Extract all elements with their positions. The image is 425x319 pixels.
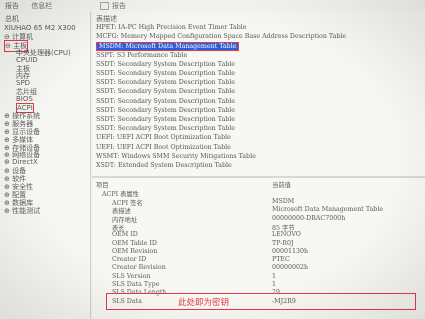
property-value[interactable]: LENOVO [272, 231, 301, 238]
content-pane: 表描述 HPET: IA-PC High Precision Event Tim… [92, 12, 425, 319]
table-list-header: 表描述 [96, 15, 117, 23]
report-label: 报告 [112, 2, 126, 10]
table-row[interactable]: SSDT: Secondary System Description Table [96, 61, 235, 68]
table-row[interactable]: MCFG: Memory Mapped Configuration Space … [96, 33, 346, 40]
tree-header: 总机 [5, 15, 19, 23]
table-row[interactable]: SSDT: Secondary System Description Table [96, 107, 235, 114]
props-item-header: 项目 [96, 182, 109, 189]
table-row[interactable]: UEFI: UEFI ACPI Boot Optimization Table [96, 144, 231, 151]
property-label: Creator Revision [112, 264, 166, 272]
tree-node[interactable]: BIOS [16, 95, 33, 103]
property-value[interactable]: Microsoft Data Management Table [272, 206, 383, 213]
sls-data-label: SLS Data [112, 298, 142, 305]
table-row[interactable]: SSPT: S3 Performance Table [96, 52, 187, 59]
table-row[interactable]: UEFI: UEFI ACPI Boot Optimization Table [96, 134, 231, 141]
property-value[interactable]: 00000002h [272, 264, 308, 271]
report-icon [100, 2, 109, 10]
table-row[interactable]: XSDT: Extended System Description Table [96, 162, 232, 169]
property-value[interactable]: 1 [272, 273, 276, 280]
sls-data-value[interactable]: -MJ2R9 [272, 298, 296, 305]
property-value[interactable]: 1 [272, 281, 276, 288]
tree-node[interactable]: CPUID [16, 56, 38, 64]
menu: 报告 信息栏 [5, 1, 62, 11]
aida64-window-photo: 报告 信息栏 报告 总机 XIUHAO 65 M2 X300 ⊖ 计算机 ⊖ 主板中… [0, 0, 425, 319]
table-row[interactable]: SSDT: Secondary System Description Table [96, 116, 235, 123]
table-row[interactable]: SSDT: Secondary System Description Table [96, 125, 235, 132]
report-button[interactable]: 报告 [100, 1, 126, 11]
table-row[interactable]: SSDT: Secondary System Description Table [96, 70, 235, 77]
props-value-header: 当前值 [272, 182, 291, 189]
key-annotation: 此处即为密钥 [178, 298, 230, 308]
property-label: Creator ID [112, 256, 147, 264]
property-label: SLS Version [112, 272, 151, 280]
property-value[interactable]: 00001130h [272, 248, 308, 255]
tree-node[interactable]: ⊕ DirectX [4, 158, 38, 166]
navigation-tree: 总机 XIUHAO 65 M2 X300 ⊖ 计算机 ⊖ 主板 中央处理器(CPU) C… [0, 12, 91, 319]
tree-node[interactable]: ⊕ 性能测试 [4, 206, 40, 216]
table-row[interactable]: SSDT: Secondary System Description Table [96, 79, 235, 86]
table-row[interactable]: SSDT: Secondary System Description Table [96, 98, 235, 105]
menu-item-report[interactable]: 报告 [5, 2, 19, 10]
table-row[interactable]: HPET: IA-PC High Precision Event Timer T… [96, 24, 246, 31]
pane-splitter[interactable] [92, 176, 425, 178]
property-label: OEM Revision [112, 247, 158, 255]
property-label: SLS Data Type [112, 281, 160, 288]
property-value[interactable]: MSDM [272, 198, 294, 205]
property-value[interactable]: 00000000-DBAC7000h [272, 215, 345, 222]
table-row[interactable]: SSDT: Secondary System Description Table [96, 88, 235, 95]
property-label: OEM Table ID [112, 239, 157, 247]
table-row-selected[interactable]: MSDM: Microsoft Data Management Table [96, 42, 240, 52]
property-value[interactable]: PTEC [272, 256, 290, 263]
property-value[interactable]: TP-R0J [272, 240, 294, 247]
property-label: OEM ID [112, 231, 138, 239]
table-row[interactable]: WSMT: Windows SMM Security Mitigations T… [96, 153, 256, 160]
sls-data-highlight [106, 293, 416, 310]
menu-item-info[interactable]: 信息栏 [31, 2, 52, 10]
tree-node[interactable]: XIUHAO 65 M2 X300 [4, 24, 76, 32]
props-group-label: ACPI 表属性 [102, 191, 139, 198]
tree-node[interactable]: SPD [16, 79, 30, 87]
